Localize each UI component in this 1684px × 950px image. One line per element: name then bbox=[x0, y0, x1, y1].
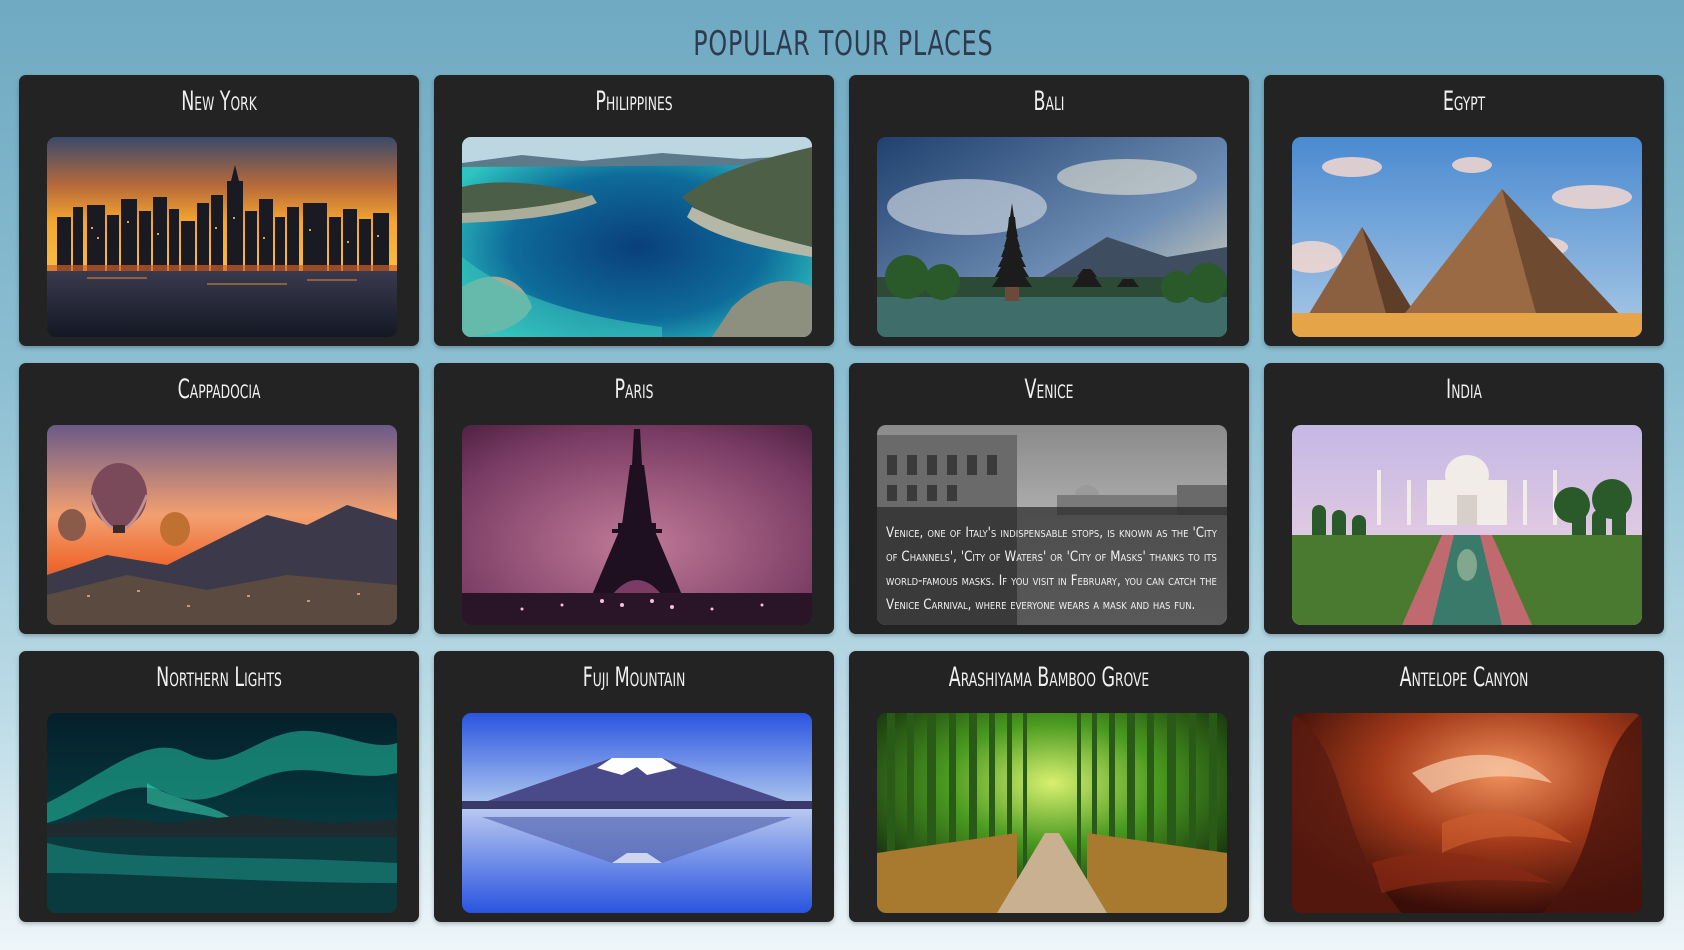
mount-fuji-image[interactable] bbox=[462, 713, 812, 913]
place-description: Venice, one of Italy's indispensable sto… bbox=[886, 525, 1217, 613]
antelope-canyon-image-svg bbox=[1292, 713, 1642, 913]
place-card-egypt[interactable]: Egypt bbox=[1264, 75, 1664, 346]
taj-mahal-image[interactable] bbox=[1292, 425, 1642, 625]
new-york-skyline-image[interactable] bbox=[47, 137, 397, 337]
antelope-canyon-image[interactable] bbox=[1292, 713, 1642, 913]
place-title: New York bbox=[181, 86, 257, 117]
paris-eiffel-tower-image[interactable] bbox=[462, 425, 812, 625]
place-card-new-york[interactable]: New York bbox=[19, 75, 419, 346]
place-title: Egypt bbox=[1442, 86, 1486, 117]
venice-canal-image[interactable]: Venice, one of Italy's indispensable sto… bbox=[877, 425, 1227, 625]
place-title: Bali bbox=[1033, 86, 1065, 117]
place-title: Cappadocia bbox=[177, 374, 261, 405]
cappadocia-balloons-image-svg bbox=[47, 425, 397, 625]
place-card-paris[interactable]: Paris bbox=[434, 363, 834, 634]
place-title: India bbox=[1446, 374, 1482, 405]
place-card-bali[interactable]: Bali bbox=[849, 75, 1249, 346]
places-grid: New York Philippines Bali Egypt Cappadoc… bbox=[19, 75, 1665, 922]
place-title: Paris bbox=[614, 374, 654, 405]
place-card-venice[interactable]: Venice Venice, one of Italy's indispensa… bbox=[849, 363, 1249, 634]
philippines-lagoon-image-svg bbox=[462, 137, 812, 337]
page-title: POPULAR TOUR PLACES bbox=[693, 23, 994, 64]
bali-temple-image[interactable] bbox=[877, 137, 1227, 337]
place-title: Antelope Canyon bbox=[1399, 662, 1529, 693]
bamboo-grove-image[interactable] bbox=[877, 713, 1227, 913]
bali-temple-image-svg bbox=[877, 137, 1227, 337]
place-card-arashiyama-bamboo-grove[interactable]: Arashiyama Bamboo Grove bbox=[849, 651, 1249, 922]
cappadocia-balloons-image[interactable] bbox=[47, 425, 397, 625]
place-title: Northern Lights bbox=[156, 662, 282, 693]
place-title: Venice bbox=[1024, 374, 1074, 405]
place-card-northern-lights[interactable]: Northern Lights bbox=[19, 651, 419, 922]
philippines-lagoon-image[interactable] bbox=[462, 137, 812, 337]
place-card-india[interactable]: India bbox=[1264, 363, 1664, 634]
place-title: Fuji Mountain bbox=[582, 662, 686, 693]
new-york-skyline-image-svg bbox=[47, 137, 397, 337]
aurora-image-svg bbox=[47, 713, 397, 913]
bamboo-grove-image-svg bbox=[877, 713, 1227, 913]
mount-fuji-image-svg bbox=[462, 713, 812, 913]
taj-mahal-image-svg bbox=[1292, 425, 1642, 625]
egypt-pyramids-image[interactable] bbox=[1292, 137, 1642, 337]
egypt-pyramids-image-svg bbox=[1292, 137, 1642, 337]
paris-eiffel-tower-image-svg bbox=[462, 425, 812, 625]
place-card-cappadocia[interactable]: Cappadocia bbox=[19, 363, 419, 634]
aurora-image[interactable] bbox=[47, 713, 397, 913]
place-title: Arashiyama Bamboo Grove bbox=[948, 662, 1150, 693]
place-card-antelope-canyon[interactable]: Antelope Canyon bbox=[1264, 651, 1664, 922]
description-overlay: Venice, one of Italy's indispensable sto… bbox=[877, 507, 1227, 625]
place-card-fuji-mountain[interactable]: Fuji Mountain bbox=[434, 651, 834, 922]
place-title: Philippines bbox=[595, 86, 673, 117]
place-card-philippines[interactable]: Philippines bbox=[434, 75, 834, 346]
